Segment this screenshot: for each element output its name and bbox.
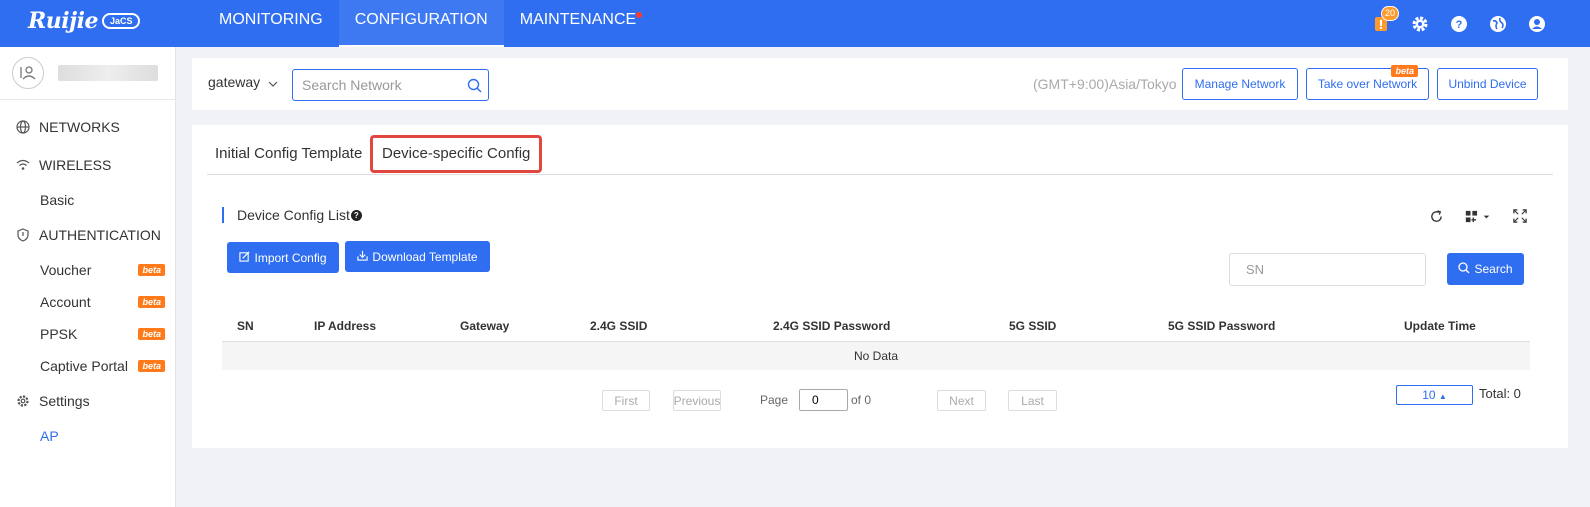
page-label: Page bbox=[760, 393, 789, 407]
username-redacted bbox=[58, 65, 158, 81]
manage-network-button[interactable]: Manage Network bbox=[1182, 68, 1298, 100]
section-title: Device Config List ? bbox=[222, 207, 362, 223]
column-header-sn[interactable]: SN bbox=[237, 319, 254, 333]
sidebar-item-account[interactable]: Account beta bbox=[0, 286, 175, 318]
previous-page-button[interactable]: Previous bbox=[673, 390, 721, 411]
next-page-button[interactable]: Next bbox=[937, 390, 986, 411]
sidebar-menu: NETWORKS WIRELESS Basic AUTHENTICATION V… bbox=[0, 100, 175, 452]
main-nav: MONITORING CONFIGURATION MAINTENANCE bbox=[203, 0, 652, 47]
wifi-icon bbox=[16, 158, 30, 172]
nav-maintenance[interactable]: MAINTENANCE bbox=[504, 0, 652, 47]
tab-device-specific-config[interactable]: Device-specific Config bbox=[370, 135, 543, 173]
nav-configuration[interactable]: CONFIGURATION bbox=[338, 0, 504, 47]
device-config-table: SN IP Address Gateway 2.4G SSID 2.4G SSI… bbox=[222, 311, 1530, 370]
config-tabs: Initial Config Template Device-specific … bbox=[207, 135, 1553, 175]
shield-icon bbox=[16, 228, 30, 242]
page-total-label: of 0 bbox=[851, 393, 872, 407]
sidebar-item-voucher[interactable]: Voucher beta bbox=[0, 254, 175, 286]
page-number-input[interactable] bbox=[799, 389, 848, 411]
column-header-24g-ssid-password[interactable]: 2.4G SSID Password bbox=[773, 319, 890, 333]
gear-icon[interactable] bbox=[1410, 14, 1429, 33]
last-page-button[interactable]: Last bbox=[1008, 390, 1057, 411]
tab-initial-config-template[interactable]: Initial Config Template bbox=[215, 135, 362, 173]
beta-badge: beta bbox=[138, 328, 165, 340]
globe-icon[interactable] bbox=[1488, 14, 1507, 33]
column-header-24g-ssid[interactable]: 2.4G SSID bbox=[590, 319, 647, 333]
table-toolbar bbox=[1428, 208, 1528, 224]
sidebar-item-ap[interactable]: AP bbox=[0, 420, 175, 452]
jacs-cloud-icon: JaCS bbox=[101, 13, 141, 29]
search-button[interactable]: Search bbox=[1447, 253, 1524, 285]
import-config-button[interactable]: Import Config bbox=[227, 242, 339, 273]
sidebar-item-settings[interactable]: Settings bbox=[0, 382, 175, 420]
take-over-network-button[interactable]: Take over Network beta bbox=[1306, 65, 1429, 100]
gear-icon bbox=[16, 394, 30, 408]
ruijie-logo[interactable]: Ruijie JaCS bbox=[28, 6, 141, 36]
sidebar-item-wireless[interactable]: WIRELESS bbox=[0, 146, 175, 184]
column-header-ip-address[interactable]: IP Address bbox=[314, 319, 376, 333]
chevron-down-icon bbox=[268, 74, 278, 90]
top-icon-group: 20 ? bbox=[1371, 0, 1546, 47]
pagination: First Previous Page of 0 Next Last bbox=[192, 389, 1568, 413]
unbind-device-button[interactable]: Unbind Device bbox=[1437, 68, 1538, 100]
first-page-button[interactable]: First bbox=[602, 390, 650, 411]
refresh-icon[interactable] bbox=[1428, 208, 1444, 224]
beta-badge: beta bbox=[138, 296, 165, 308]
user-profile-row[interactable] bbox=[0, 47, 175, 100]
sidebar-item-captive-portal[interactable]: Captive Portal beta bbox=[0, 350, 175, 382]
sidebar-item-networks[interactable]: NETWORKS bbox=[0, 108, 175, 146]
sidebar-item-ppsk[interactable]: PPSK beta bbox=[0, 318, 175, 350]
user-icon[interactable] bbox=[1527, 14, 1546, 33]
sidebar: NETWORKS WIRELESS Basic AUTHENTICATION V… bbox=[0, 47, 176, 507]
total-count: Total: 0 bbox=[1479, 386, 1521, 401]
search-icon bbox=[1458, 261, 1470, 277]
network-selector[interactable]: gateway bbox=[208, 74, 278, 90]
help-icon[interactable]: ? bbox=[1449, 14, 1468, 33]
search-icon[interactable] bbox=[467, 78, 482, 93]
svg-text:?: ? bbox=[1455, 19, 1462, 31]
beta-badge: beta bbox=[138, 264, 165, 276]
column-header-5g-ssid[interactable]: 5G SSID bbox=[1009, 319, 1056, 333]
globe-icon bbox=[16, 120, 30, 134]
notification-icon[interactable]: 20 bbox=[1371, 6, 1399, 33]
beta-badge: beta bbox=[1391, 65, 1418, 77]
sidebar-item-authentication[interactable]: AUTHENTICATION bbox=[0, 216, 175, 254]
fullscreen-icon[interactable] bbox=[1512, 208, 1528, 224]
config-card: Initial Config Template Device-specific … bbox=[192, 125, 1568, 448]
download-icon bbox=[357, 250, 369, 264]
edit-import-icon bbox=[239, 250, 250, 265]
search-network-input[interactable] bbox=[302, 77, 467, 93]
timezone-label: (GMT+9:00)Asia/Tokyo bbox=[1033, 76, 1177, 92]
network-header: gateway (GMT+9:00)Asia/Tokyo Manage Netw… bbox=[192, 58, 1568, 110]
sidebar-item-basic[interactable]: Basic bbox=[0, 184, 175, 216]
beta-badge: beta bbox=[138, 360, 165, 372]
table-header: SN IP Address Gateway 2.4G SSID 2.4G SSI… bbox=[222, 311, 1530, 342]
no-data-row: No Data bbox=[222, 342, 1530, 370]
nav-monitoring[interactable]: MONITORING bbox=[203, 0, 339, 47]
top-navigation-bar: Ruijie JaCS MONITORING CONFIGURATION MAI… bbox=[0, 0, 1590, 47]
column-header-update-time[interactable]: Update Time bbox=[1404, 319, 1476, 333]
sn-search-input[interactable] bbox=[1229, 253, 1426, 286]
column-header-gateway[interactable]: Gateway bbox=[460, 319, 509, 333]
column-header-5g-ssid-password[interactable]: 5G SSID Password bbox=[1168, 319, 1275, 333]
avatar bbox=[12, 57, 44, 89]
download-template-button[interactable]: Download Template bbox=[345, 241, 490, 272]
column-settings-icon[interactable] bbox=[1464, 208, 1492, 224]
caret-up-icon: ▲ bbox=[1438, 392, 1447, 401]
page-size-select[interactable]: 10 ▲ bbox=[1396, 385, 1473, 405]
network-search bbox=[292, 69, 489, 101]
notification-count: 20 bbox=[1380, 6, 1399, 21]
help-icon[interactable]: ? bbox=[350, 209, 362, 221]
maintenance-alert-dot bbox=[636, 12, 643, 18]
